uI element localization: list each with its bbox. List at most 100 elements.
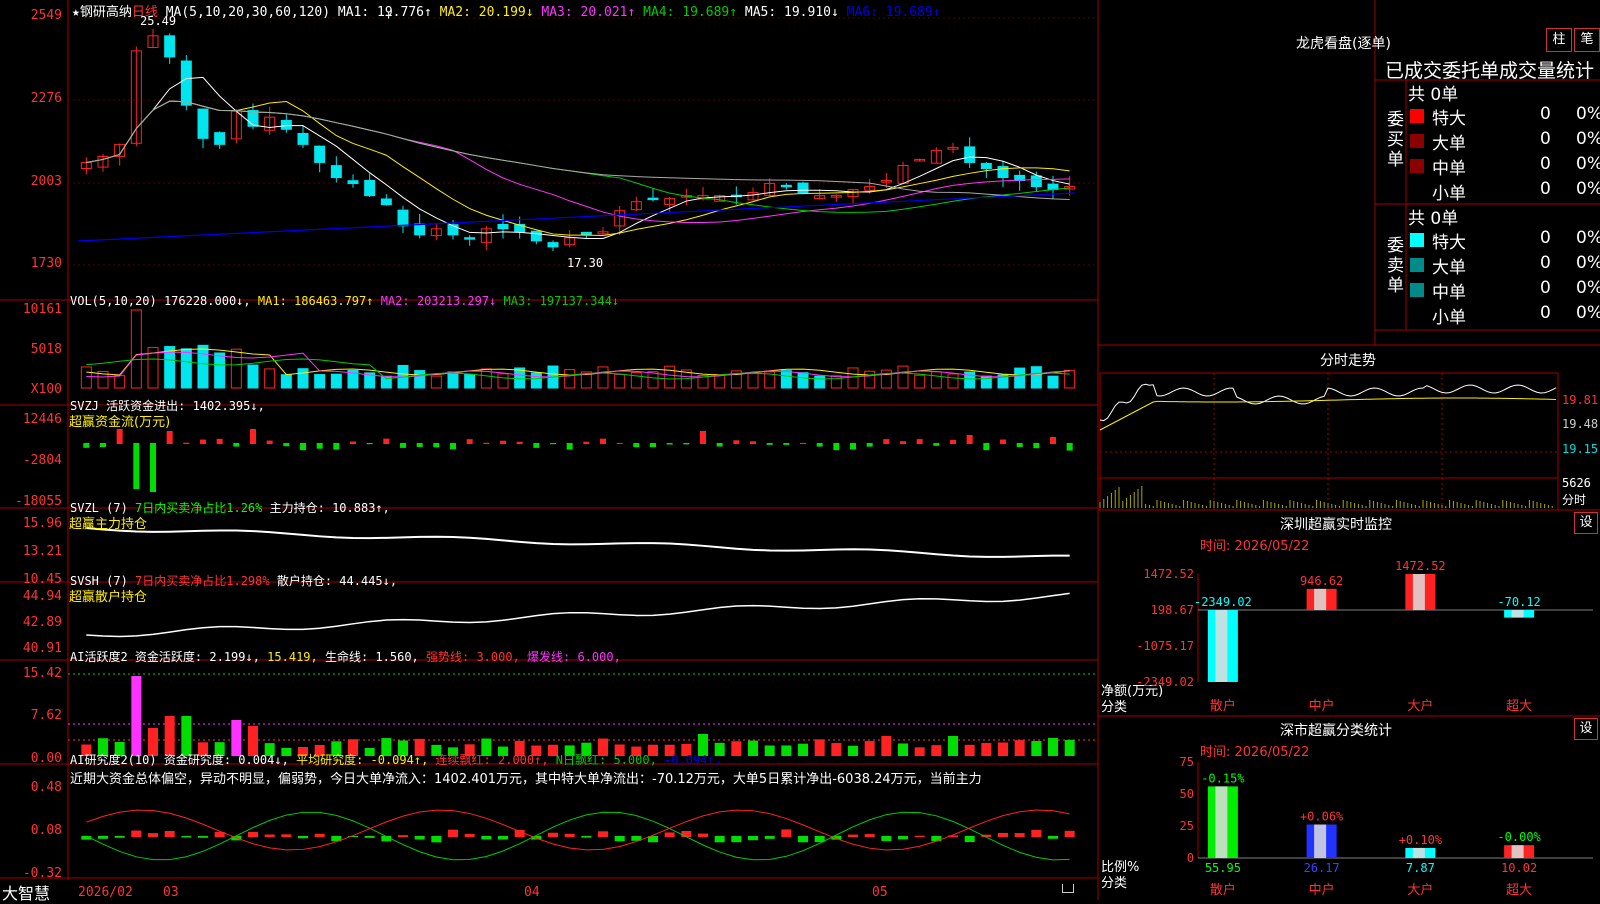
svzj-bar <box>200 439 206 444</box>
svzj-bar <box>683 443 690 445</box>
svzj-bar <box>183 442 190 444</box>
svzj-bar <box>1066 443 1073 451</box>
ai-active-bar <box>864 741 875 756</box>
svzj-bar <box>166 431 173 444</box>
ai-research-bar <box>1064 830 1075 837</box>
vol-bar <box>864 370 876 389</box>
ai-research-bar <box>314 833 325 837</box>
kline-header: ★钢研高纳日线 MA(5,10,20,30,60,120) MA1: 19.77… <box>72 1 941 20</box>
ai-active-bar <box>914 747 925 756</box>
svzj-bar <box>950 439 956 444</box>
vol-bar <box>314 374 326 389</box>
svzj-bar <box>666 443 673 445</box>
svzj-bar <box>233 443 240 447</box>
ai-research-bar <box>714 836 725 843</box>
vol-bar <box>614 373 626 389</box>
kline-candle <box>530 230 542 242</box>
color-swatch-icon <box>1410 159 1424 173</box>
row-label: 小单 <box>1432 308 1466 328</box>
ai-research-bar <box>98 836 108 839</box>
ai-research-bar <box>248 831 258 837</box>
favorite-star-icon[interactable]: ★ <box>72 5 80 20</box>
svzj-bar <box>300 443 306 451</box>
kline-candle <box>414 223 426 236</box>
row-count: 0 <box>1540 104 1551 124</box>
ai-research-bar <box>864 834 875 837</box>
ai-research-bar <box>481 836 492 840</box>
intraday-title: 分时走势 <box>1320 353 1376 369</box>
stock-name[interactable]: 钢研高纳 <box>80 5 132 20</box>
svzj-bar <box>500 440 506 444</box>
ai-research-ytick-2: -0.32 <box>22 866 62 881</box>
vol-bar <box>247 364 259 389</box>
sell-row: 大单 0 0% <box>1408 253 1600 278</box>
color-swatch-icon <box>1410 308 1424 322</box>
row-percent: 0% <box>1576 154 1600 174</box>
ai-research-bar <box>898 836 908 840</box>
row-count: 0 <box>1540 253 1551 273</box>
ai-active-bar <box>881 736 892 756</box>
vol-ma-3 <box>86 358 1070 380</box>
sz-class-time: 时间: 2026/05/22 <box>1200 745 1310 760</box>
kline-candle <box>964 146 976 163</box>
svzl-ytick-0: 15.96 <box>22 516 62 531</box>
x-axis-03: 03 <box>163 885 179 900</box>
ai-research-readouts: 资金研究度: 0.004↓, 平均研究度: -0.094↑, 连续飘红: 2.0… <box>164 753 722 767</box>
ai-research-header: AI研究度2(10) 资金研究度: 0.004↓, 平均研究度: -0.094↑… <box>70 751 722 768</box>
kline-candle <box>464 237 476 240</box>
vol-bar <box>1014 367 1026 389</box>
ai-active-bar <box>1031 740 1042 756</box>
kline-ytick-1: 2276 <box>30 91 62 106</box>
ai-research-bar <box>281 834 292 837</box>
svzj-bar <box>433 443 440 448</box>
svsh-ratio: 7日内买卖净占比1.298% <box>135 574 270 588</box>
ai-research-bar <box>914 835 925 837</box>
kline-ytick-3: 1730 <box>30 256 62 271</box>
vol-bar <box>530 372 542 389</box>
svzj-bar <box>550 443 556 445</box>
buy-row: 小单 0 0% <box>1408 179 1600 204</box>
svzj-bar <box>1033 443 1040 449</box>
bar-view-button[interactable]: 柱 <box>1546 28 1572 52</box>
intraday-ytick-mid: 19.48 <box>1562 417 1599 431</box>
ai-research-line-red <box>86 809 1070 851</box>
vol-bar <box>664 365 676 389</box>
vol-ytick-2: X100 <box>30 382 62 397</box>
svzj-bar <box>533 443 540 448</box>
row-count: 0 <box>1540 278 1551 298</box>
ai-research-bar <box>464 833 475 837</box>
sz-class-xlabel: 分类 <box>1101 876 1128 891</box>
ai-active-bar <box>981 743 992 756</box>
vol-bar <box>447 371 459 389</box>
buy-orders-table: 特大 0 0% 大单 0 0% 中单 0 0% 小单 0 0% <box>1408 104 1600 204</box>
kline-candle <box>364 179 376 197</box>
buy-total: 共 0单 <box>1408 85 1459 105</box>
sz-class-settings-button[interactable]: 设 <box>1574 718 1598 740</box>
svzj-bar <box>400 443 406 448</box>
sz-monitor-settings-button[interactable]: 设 <box>1574 512 1598 534</box>
svzj-bar <box>366 443 373 445</box>
vol-bar <box>464 373 476 389</box>
kline-candle <box>497 223 509 230</box>
vol-bar <box>880 369 892 389</box>
vol-bar <box>230 348 242 389</box>
vol-bar <box>1030 366 1042 389</box>
tick-view-button[interactable]: 笔 <box>1574 28 1600 52</box>
sell-orders-label: 委卖单 <box>1387 236 1404 296</box>
ai-research-bar <box>998 832 1008 837</box>
ma-readout-5: MA5: 19.910↓ <box>744 5 847 20</box>
kline-candle <box>780 184 792 188</box>
kline-candle <box>180 60 192 106</box>
svzj-bar <box>1016 443 1023 448</box>
ai-research-bar <box>181 836 192 838</box>
row-count: 0 <box>1540 154 1551 174</box>
ai-research-ytick-0: 0.48 <box>30 780 62 795</box>
kline-ma-2 <box>86 100 1070 236</box>
kline-high-label: 25.49 <box>140 14 177 28</box>
row-percent: 0% <box>1576 129 1600 149</box>
kline-ma-6 <box>77 192 1076 242</box>
vol-header: VOL(5,10,20) 176228.000↓, MA1: 186463.79… <box>70 294 620 308</box>
vol-bar <box>414 370 426 389</box>
ai-research-bar <box>364 836 375 838</box>
ai-research-readout-1: 资金研究度: 0.004↓, <box>163 753 297 767</box>
